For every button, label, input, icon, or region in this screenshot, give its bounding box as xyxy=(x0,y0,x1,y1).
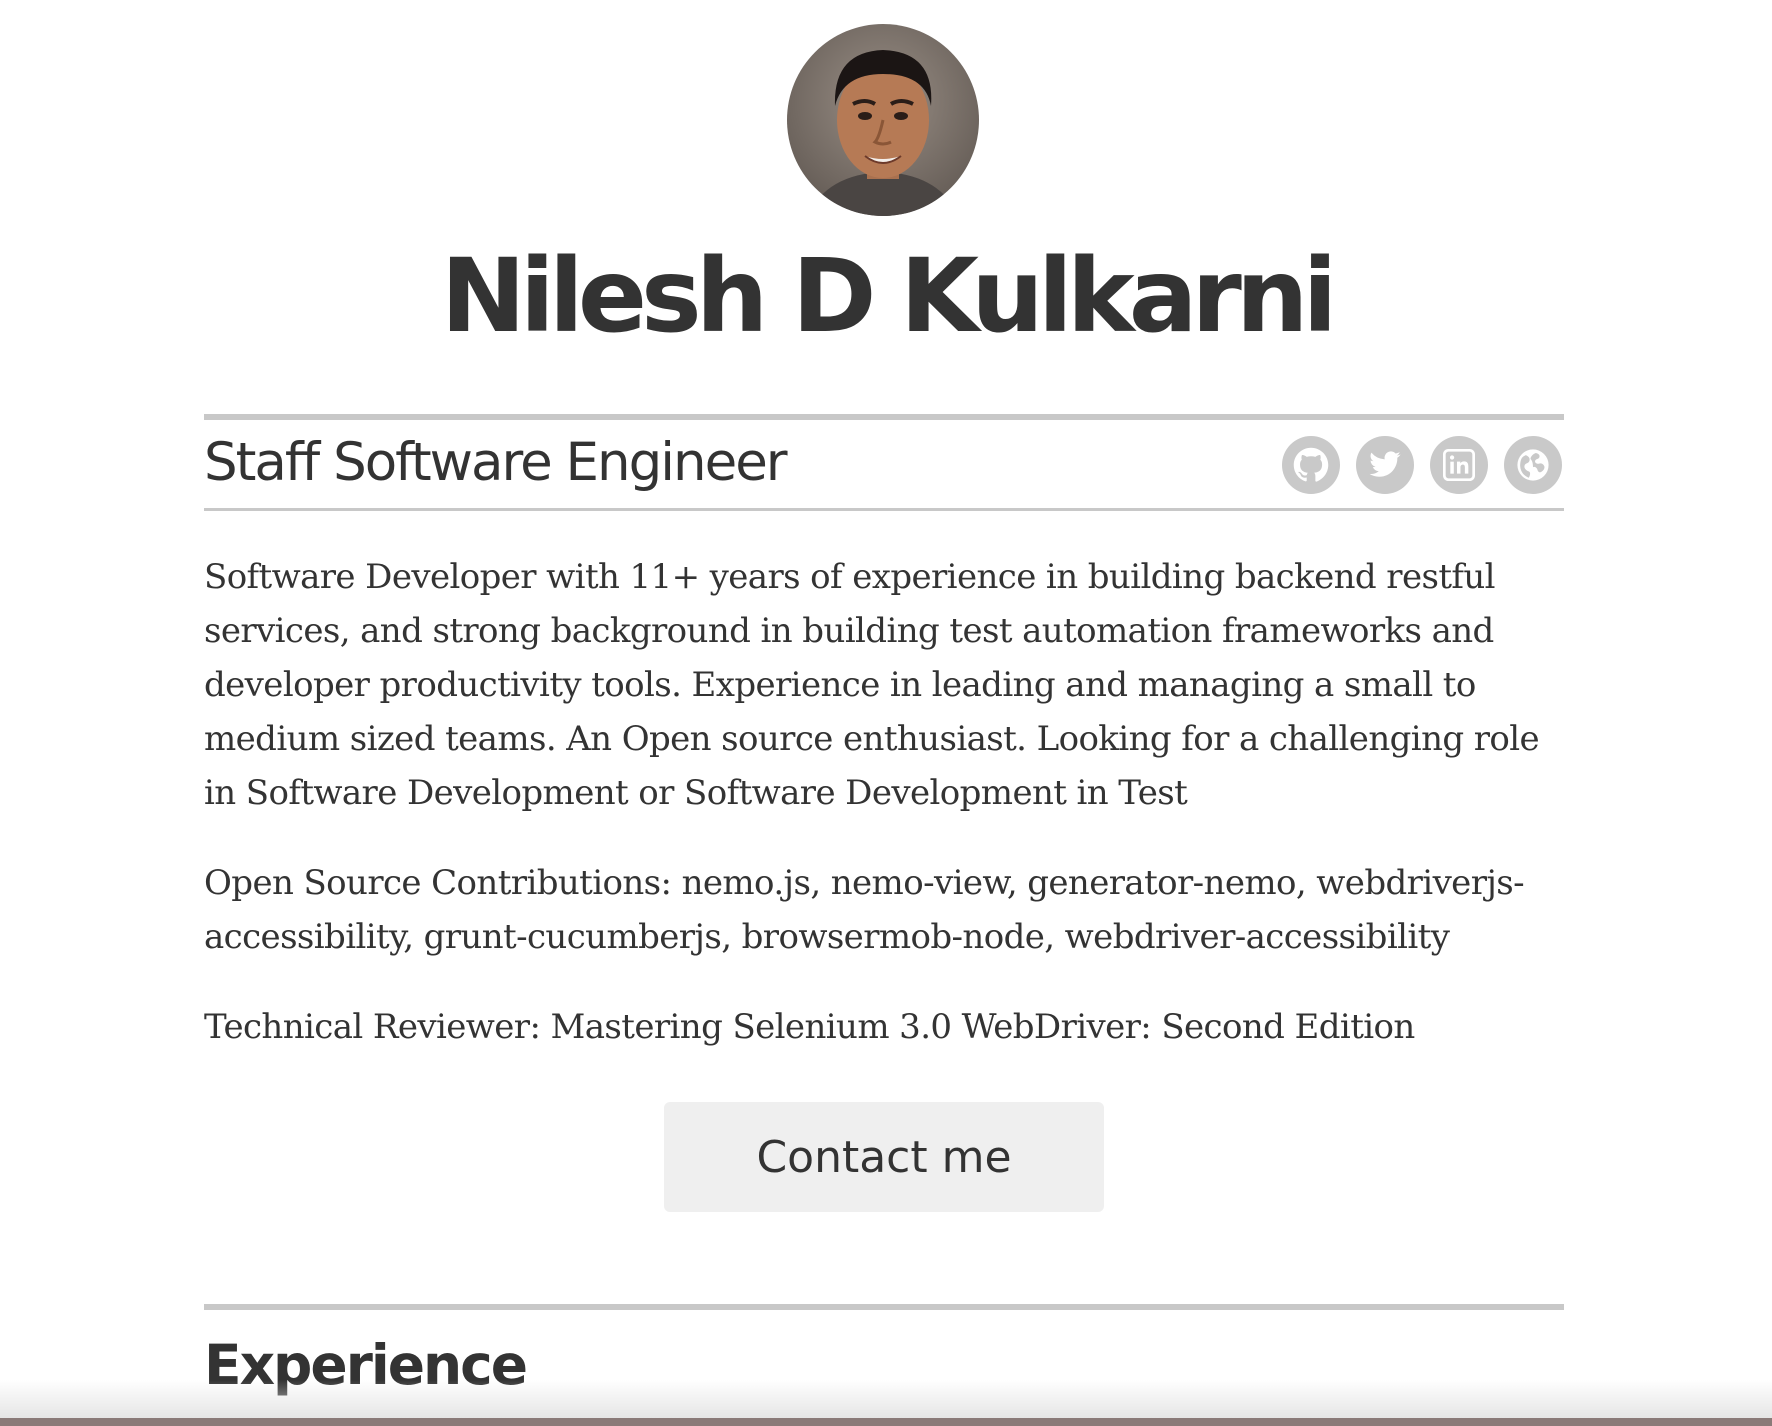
window-bottom-edge xyxy=(0,1418,1772,1426)
header-divider-top xyxy=(204,414,1564,420)
bottom-fade xyxy=(0,1380,1772,1420)
reviewer-paragraph: Technical Reviewer: Mastering Selenium 3… xyxy=(204,1007,1415,1047)
experience-divider xyxy=(204,1304,1564,1310)
avatar xyxy=(787,24,979,216)
job-title: Staff Software Engineer xyxy=(204,432,788,493)
linkedin-icon xyxy=(1443,449,1475,481)
avatar-photo-icon xyxy=(787,24,979,216)
summary-paragraph: Software Developer with 11+ years of exp… xyxy=(204,557,1540,813)
github-link[interactable] xyxy=(1282,436,1340,494)
resume-page: Nilesh D Kulkarni Staff Software Enginee… xyxy=(0,0,1772,1426)
header-divider-bottom xyxy=(204,508,1564,511)
summary: Software Developer with 11+ years of exp… xyxy=(204,550,1564,1090)
github-icon xyxy=(1293,447,1329,482)
contact-me-button[interactable]: Contact me xyxy=(664,1102,1104,1212)
social-links xyxy=(1282,436,1562,494)
globe-icon xyxy=(1517,449,1549,481)
profile-name: Nilesh D Kulkarni xyxy=(440,237,1338,356)
website-link[interactable] xyxy=(1504,436,1562,494)
linkedin-link[interactable] xyxy=(1430,436,1488,494)
twitter-icon xyxy=(1369,451,1401,477)
twitter-link[interactable] xyxy=(1356,436,1414,494)
open-source-paragraph: Open Source Contributions: nemo.js, nemo… xyxy=(204,863,1525,957)
